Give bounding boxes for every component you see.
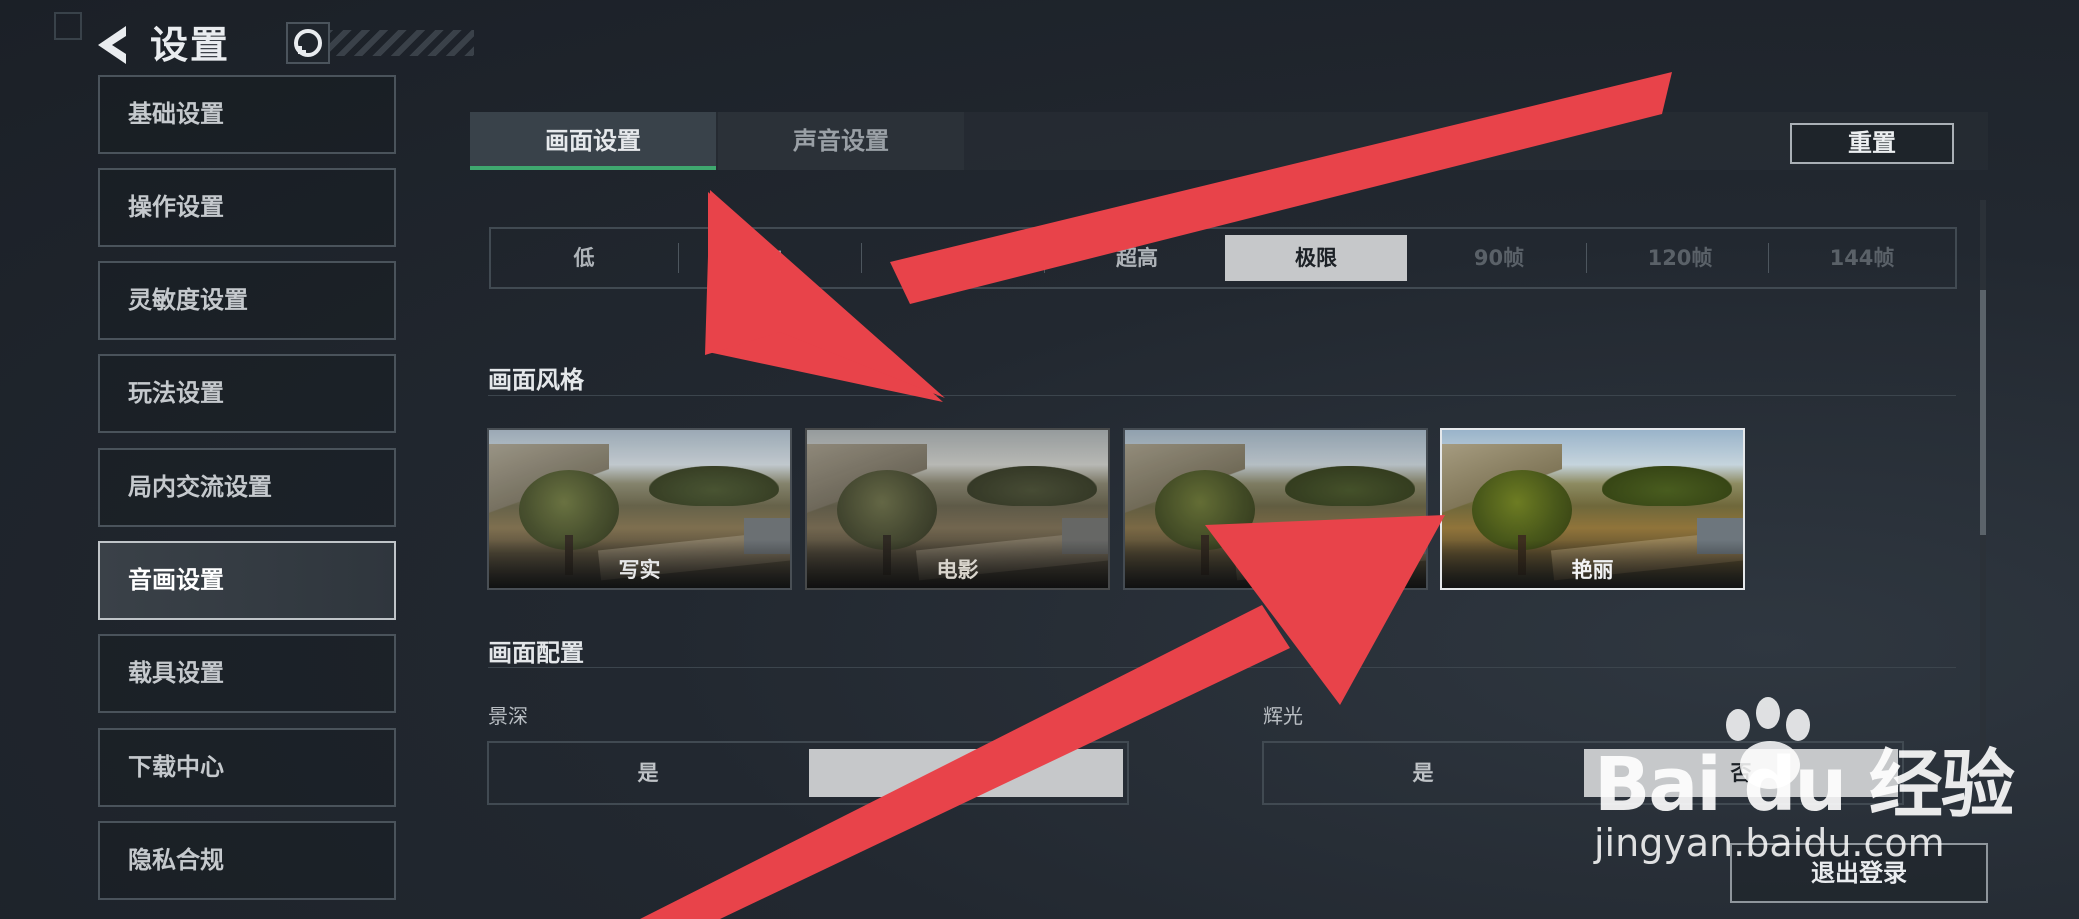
style-option-label: 艳丽 <box>1571 558 1614 582</box>
sidebar-item-audio-video[interactable]: 音画设置 <box>98 541 396 620</box>
quality-option-medium[interactable]: 中 <box>681 235 863 281</box>
sidebar-item-gameplay[interactable]: 玩法设置 <box>98 354 396 433</box>
sidebar-item-label: 玩法设置 <box>128 379 224 407</box>
divider <box>1044 243 1045 273</box>
quality-option-ultra[interactable]: 超高 <box>1046 235 1228 281</box>
section-title-picture-style: 画面风格 <box>488 366 584 394</box>
style-option-realistic[interactable]: 写实 <box>487 428 792 590</box>
section-divider <box>488 667 1956 668</box>
style-option-label: 写实 <box>618 558 661 582</box>
section-title-picture-config: 画面配置 <box>488 639 584 667</box>
divider <box>861 243 862 273</box>
tab-picture-settings[interactable]: 画面设置 <box>470 112 716 170</box>
quality-option-120fps[interactable]: 120帧 <box>1589 235 1771 281</box>
style-option-third[interactable] <box>1123 428 1428 590</box>
bloom-yes[interactable]: 是 <box>1266 749 1580 797</box>
watermark-url: jingyan.baidu.com <box>1594 821 1945 865</box>
baidu-jingyan-watermark: Bai du 经验 jingyan.baidu.com <box>1592 695 2062 885</box>
sidebar-item-label: 局内交流设置 <box>128 473 272 501</box>
divider <box>678 243 679 273</box>
sidebar-item-vehicle[interactable]: 载具设置 <box>98 634 396 713</box>
sidebar-item-basic[interactable]: 基础设置 <box>98 75 396 154</box>
sidebar-item-label: 音画设置 <box>128 566 224 594</box>
style-option-cinematic[interactable]: 电影 <box>805 428 1110 590</box>
sidebar-item-sensitivity[interactable]: 灵敏度设置 <box>98 261 396 340</box>
tab-sound-settings[interactable]: 声音设置 <box>718 112 964 170</box>
section-divider <box>488 395 1956 396</box>
style-option-label: 电影 <box>936 558 979 582</box>
style-option-vivid[interactable]: 艳丽 <box>1440 428 1745 590</box>
quality-option-low[interactable]: 低 <box>493 235 675 281</box>
sidebar-item-privacy[interactable]: 隐私合规 <box>98 821 396 900</box>
support-button[interactable] <box>286 22 330 64</box>
sidebar-item-label: 隐私合规 <box>128 846 224 874</box>
divider <box>1768 243 1769 273</box>
sidebar-item-communication[interactable]: 局内交流设置 <box>98 448 396 527</box>
divider <box>1586 243 1587 273</box>
depth-of-field-toggle: 是 <box>487 741 1129 805</box>
corner-square-decoration <box>54 12 82 40</box>
sidebar-item-label: 基础设置 <box>128 100 224 128</box>
scrollbar-thumb[interactable] <box>1980 290 1986 535</box>
depth-of-field-label: 景深 <box>488 704 528 728</box>
sidebar-item-label: 操作设置 <box>128 193 224 221</box>
quality-option-high[interactable]: 高 <box>863 235 1045 281</box>
depth-of-field-yes[interactable]: 是 <box>491 749 805 797</box>
quality-option-90fps[interactable]: 90帧 <box>1408 235 1590 281</box>
sidebar-item-label: 灵敏度设置 <box>128 286 248 314</box>
quality-option-extreme[interactable]: 极限 <box>1225 235 1407 281</box>
quality-option-144fps[interactable]: 144帧 <box>1771 235 1953 281</box>
watermark-brand: Bai du 经验 <box>1594 742 2015 828</box>
settings-tab-bar: 画面设置 声音设置 <box>470 112 1988 170</box>
headset-icon <box>294 29 322 57</box>
depth-of-field-no[interactable] <box>809 749 1123 797</box>
quality-preset-selector: 低 中 高 超高 极限 90帧 120帧 144帧 <box>489 227 1957 289</box>
bloom-label: 辉光 <box>1263 704 1303 728</box>
reset-button[interactable]: 重置 <box>1790 123 1954 164</box>
back-arrow-icon <box>98 26 126 64</box>
back-button[interactable] <box>92 22 132 68</box>
sidebar-item-controls[interactable]: 操作设置 <box>98 168 396 247</box>
sidebar-item-label: 下载中心 <box>128 753 224 781</box>
page-title: 设置 <box>150 23 231 67</box>
sidebar-item-downloads[interactable]: 下载中心 <box>98 728 396 807</box>
sidebar-item-label: 载具设置 <box>128 659 224 687</box>
